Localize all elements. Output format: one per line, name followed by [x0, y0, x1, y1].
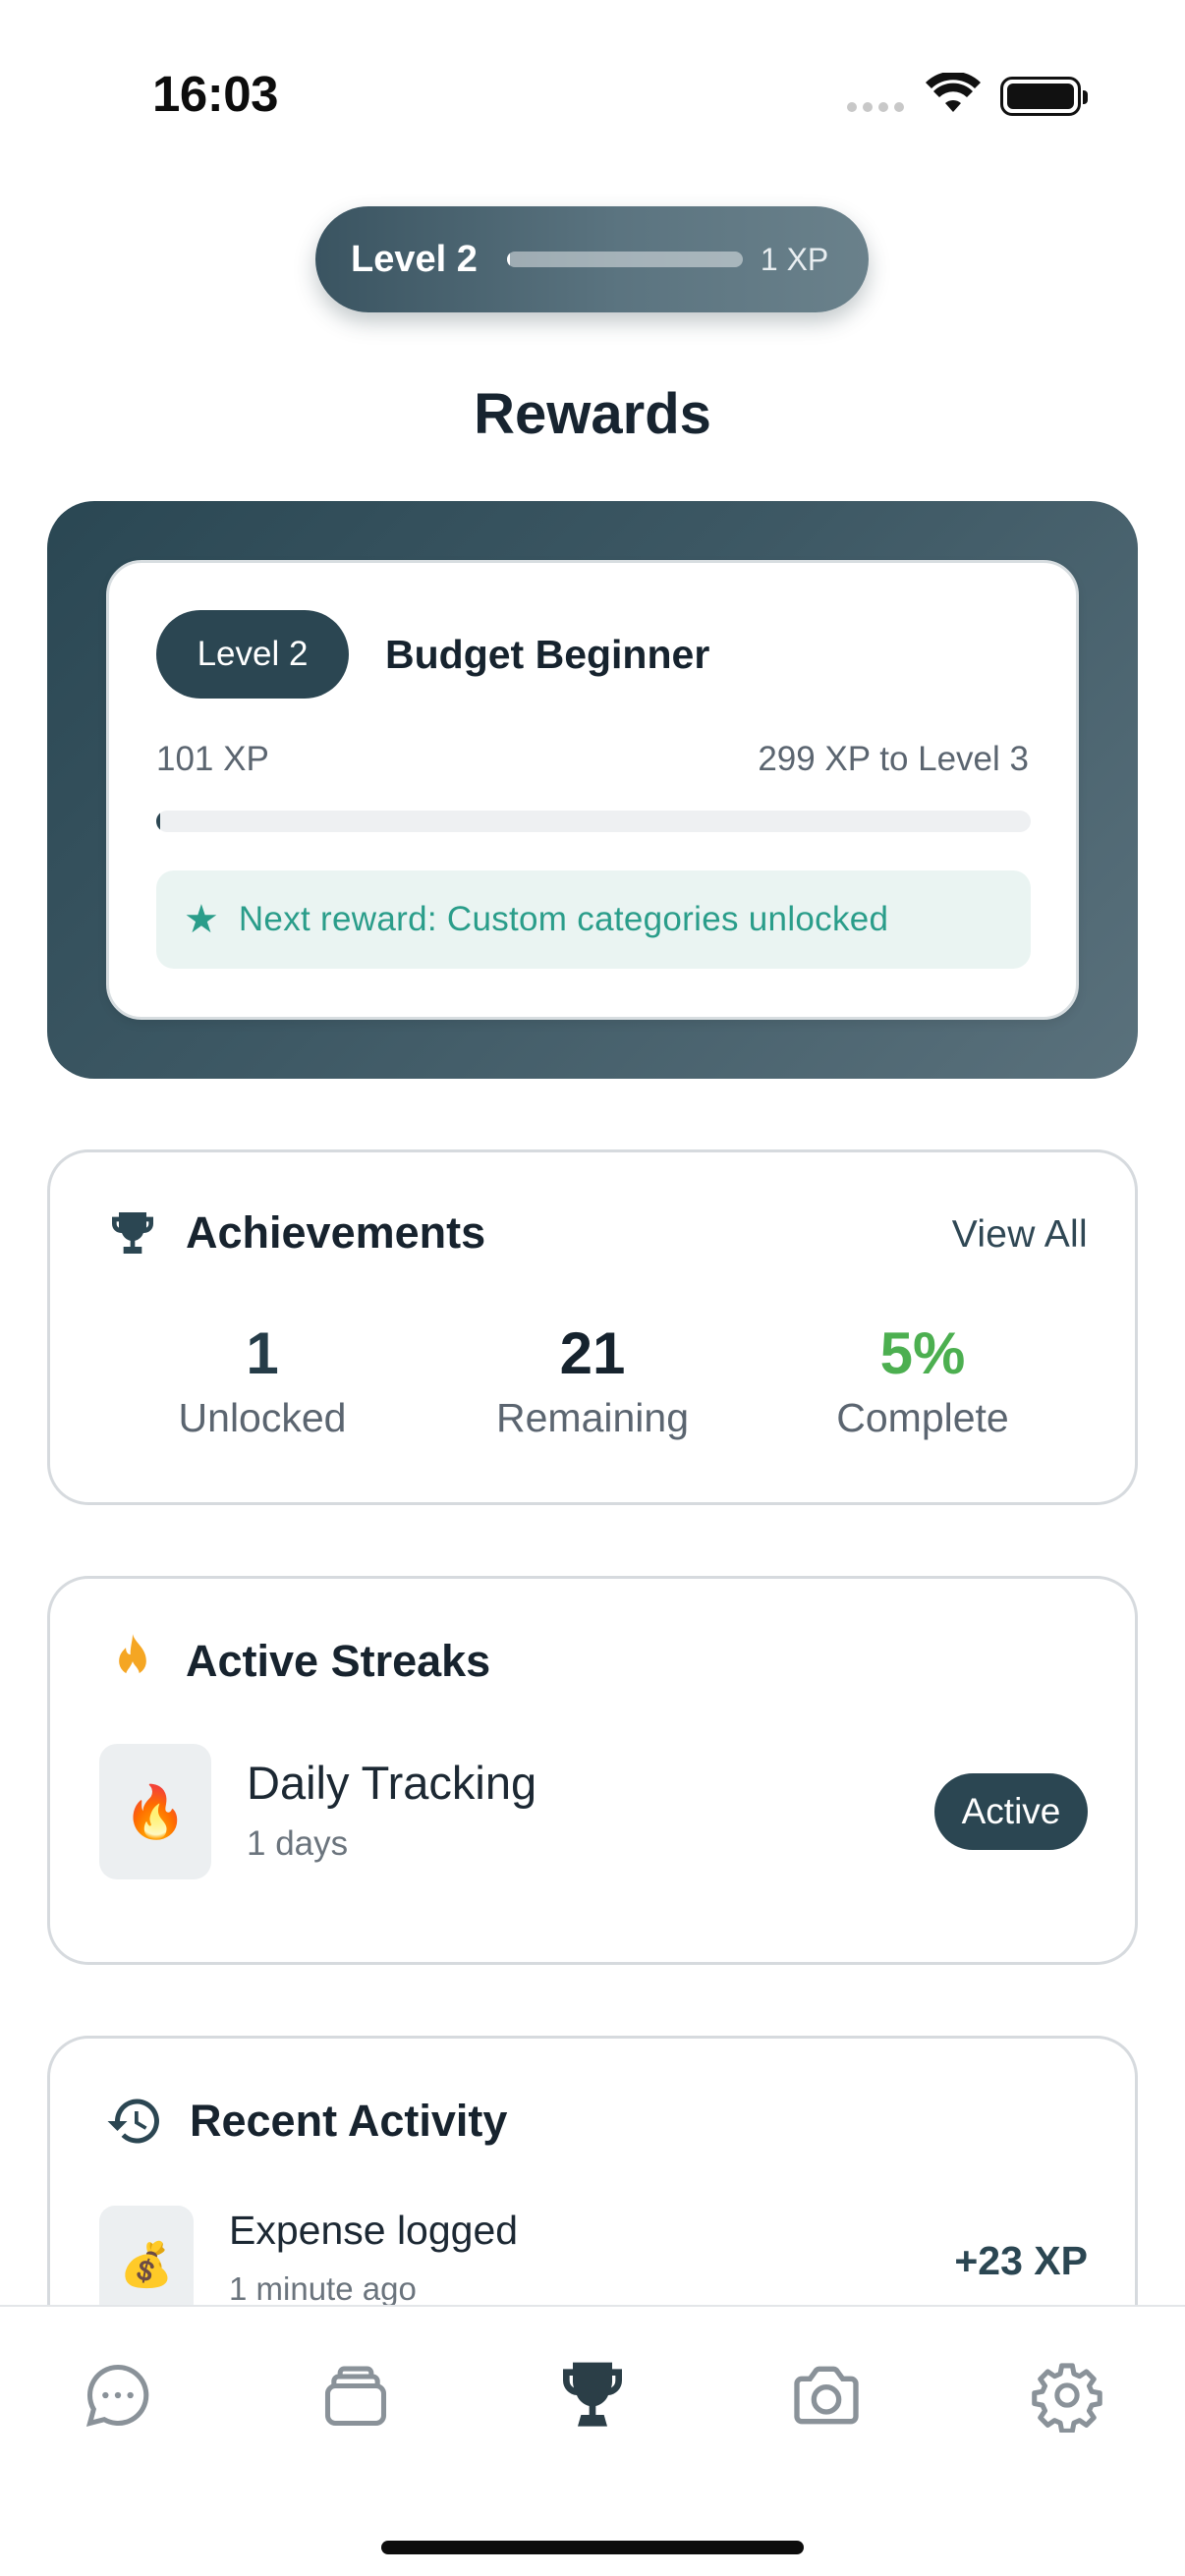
- recent-activity-header: Recent Activity: [105, 2092, 507, 2151]
- level-hero-card: Level 2 Budget Beginner 101 XP 299 XP to…: [47, 501, 1138, 1079]
- battery-icon: [1000, 77, 1088, 116]
- xp-current: 101 XP: [156, 740, 269, 778]
- active-streaks-card: Active Streaks 🔥 Daily Tracking 1 days A…: [47, 1576, 1138, 1965]
- stat-remaining: 21 Remaining: [445, 1319, 740, 1441]
- tab-settings[interactable]: [1020, 2348, 1114, 2442]
- streak-status-badge: Active: [934, 1773, 1088, 1850]
- wifi-icon: [926, 73, 981, 112]
- home-indicator: [381, 2541, 804, 2554]
- fire-icon: 🔥: [99, 1744, 211, 1879]
- next-reward-banner: ★ Next reward: Custom categories unlocke…: [156, 870, 1031, 969]
- xp-progress-fill: [156, 811, 161, 832]
- tab-camera[interactable]: [779, 2348, 874, 2442]
- achievements-title: Achievements: [186, 1207, 486, 1258]
- level-pill-label: Level 2: [351, 238, 478, 280]
- wallet-icon: [324, 2366, 387, 2427]
- achievements-header: Achievements: [105, 1205, 485, 1260]
- tab-chat[interactable]: [71, 2348, 165, 2442]
- activity-time: 1 minute ago: [229, 2270, 417, 2307]
- chat-icon: [85, 2364, 149, 2428]
- tab-rewards[interactable]: [545, 2348, 640, 2442]
- activity-xp: +23 XP: [954, 2238, 1088, 2283]
- next-reward-text: Next reward: Custom categories unlocked: [238, 900, 889, 938]
- level-pill-progress-fill: [506, 252, 511, 267]
- flame-icon: [119, 1634, 146, 1682]
- stat-unlocked: 1 Unlocked: [115, 1319, 410, 1441]
- status-time: 16:03: [152, 66, 278, 122]
- tab-bar: [0, 2305, 1185, 2576]
- activity-name: Expense logged: [229, 2208, 519, 2253]
- stat-complete: 5% Complete: [775, 1319, 1070, 1441]
- camera-icon: [794, 2366, 859, 2425]
- streak-name: Daily Tracking: [247, 1757, 537, 1809]
- stat-value: 21: [559, 1320, 626, 1386]
- history-icon: [107, 2099, 159, 2144]
- settings-icon: [1032, 2363, 1102, 2433]
- streak-days: 1 days: [247, 1824, 349, 1863]
- cellular-signal-icon: [847, 102, 904, 112]
- tab-wallet[interactable]: [309, 2348, 403, 2442]
- page-title: Rewards: [474, 382, 711, 446]
- level-progress-pill[interactable]: Level 2 1 XP: [315, 206, 869, 312]
- achievements-card: Achievements View All 1 Unlocked 21 Rema…: [47, 1149, 1138, 1505]
- status-bar: 16:03: [0, 0, 1185, 187]
- stat-label: Complete: [836, 1395, 1009, 1440]
- xp-progress-bar: [156, 811, 1031, 832]
- level-pill-progress-bar: [506, 252, 743, 267]
- recent-activity-title: Recent Activity: [190, 2096, 508, 2146]
- streaks-header: Active Streaks: [105, 1632, 490, 1691]
- stat-label: Remaining: [496, 1395, 689, 1440]
- xp-to-next-level: 299 XP to Level 3: [758, 740, 1029, 778]
- level-badge: Level 2: [156, 610, 349, 699]
- stat-value: 1: [246, 1320, 279, 1386]
- star-icon: ★: [184, 898, 219, 941]
- trophy-icon: [112, 1212, 153, 1254]
- stat-value: 5%: [879, 1320, 966, 1386]
- level-name: Budget Beginner: [385, 632, 710, 677]
- streaks-title: Active Streaks: [186, 1636, 491, 1686]
- trophy-icon: [562, 2362, 623, 2427]
- stat-label: Unlocked: [178, 1395, 347, 1440]
- level-pill-xp: 1 XP: [760, 241, 829, 277]
- view-all-link[interactable]: View All: [952, 1213, 1088, 1257]
- level-card: Level 2 Budget Beginner 101 XP 299 XP to…: [106, 560, 1079, 1020]
